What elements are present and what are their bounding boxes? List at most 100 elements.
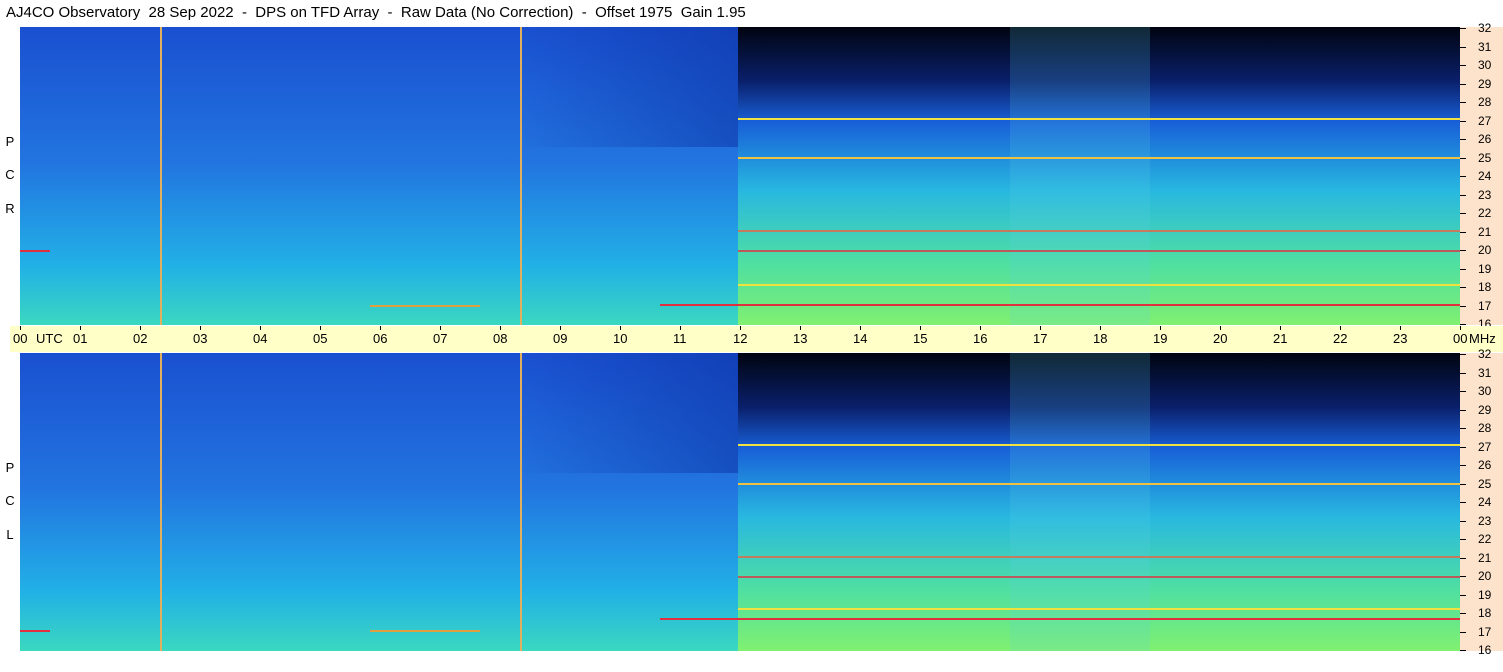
time-tick (440, 326, 441, 330)
time-label: 16 (973, 331, 988, 346)
rcp-freq-label: 27 (1478, 114, 1492, 128)
rcp-spectrogram-svg (20, 27, 1460, 325)
lcp-freq-label: 16 (1478, 643, 1492, 657)
time-label: 23 (1393, 331, 1408, 346)
time-label: 18 (1093, 331, 1108, 346)
lcp-freq-tick (1460, 484, 1466, 485)
time-label: 07 (433, 331, 448, 346)
lcp-freq-tick (1460, 613, 1466, 614)
time-tick (860, 326, 861, 330)
time-label: 11 (673, 331, 687, 346)
time-tick (500, 326, 501, 330)
time-tick (1100, 326, 1101, 330)
lcp-freq-tick (1460, 521, 1466, 522)
time-tick (980, 326, 981, 330)
rcp-freq-tick (1460, 250, 1466, 251)
lcp-freq-label: 23 (1478, 514, 1492, 528)
time-label: 08 (493, 331, 508, 346)
time-axis: 00 01 02 03 04 05 06 07 08 09 10 11 12 13 14 15 16 17 18 19… (10, 326, 1503, 352)
lcp-letter-p: P (5, 460, 15, 475)
rcp-freq-label: 17 (1478, 299, 1492, 313)
time-tick (740, 326, 741, 330)
lcp-freq-label: 32 (1478, 347, 1492, 361)
lcp-spectrogram-svg (20, 353, 1460, 651)
time-label: 04 (253, 331, 268, 346)
lcp-freq-label: 31 (1478, 366, 1492, 380)
rcp-freq-label: 26 (1478, 132, 1492, 146)
time-tick (380, 326, 381, 330)
page-title: AJ4CO Observatory 28 Sep 2022 - DPS on T… (6, 4, 746, 21)
time-label: 02 (133, 331, 148, 346)
time-tick (560, 326, 561, 330)
lcp-spectrogram[interactable] (20, 353, 1460, 651)
freq-unit-label: MHz (1469, 331, 1496, 346)
rcp-freq-tick (1460, 287, 1466, 288)
rcp-freq-label: 22 (1478, 206, 1492, 220)
rcp-freq-label: 28 (1478, 95, 1492, 109)
rcp-freq-label: 25 (1478, 151, 1492, 165)
rcp-freq-tick (1460, 84, 1466, 85)
lcp-freq-tick (1460, 576, 1466, 577)
lcp-freq-tick (1460, 354, 1466, 355)
lcp-freq-tick (1460, 373, 1466, 374)
rcp-freq-label: 18 (1478, 280, 1492, 294)
lcp-letter-l: L (6, 527, 14, 542)
lcp-freq-label: 18 (1478, 606, 1492, 620)
lcp-freq-tick (1460, 391, 1466, 392)
time-tick (920, 326, 921, 330)
time-tick (320, 326, 321, 330)
time-label: 14 (853, 331, 868, 346)
rcp-freq-tick (1460, 195, 1466, 196)
lcp-freq-tick (1460, 650, 1466, 651)
time-tick (1400, 326, 1401, 330)
lcp-freq-tick (1460, 410, 1466, 411)
time-label: 21 (1273, 331, 1288, 346)
time-tick (1160, 326, 1161, 330)
rcp-letter-p: P (5, 134, 15, 149)
lcp-freq-label: 26 (1478, 458, 1492, 472)
rcp-spectrogram[interactable] (20, 27, 1460, 325)
time-label: 00 (13, 331, 28, 346)
lcp-freq-tick (1460, 632, 1466, 633)
time-tick (680, 326, 681, 330)
lcp-freq-label: 28 (1478, 421, 1492, 435)
rcp-freq-label: 31 (1478, 40, 1492, 54)
rcp-letter-c: C (5, 167, 15, 182)
time-tick (1280, 326, 1281, 330)
lcp-label: P C L (0, 446, 20, 556)
lcp-freq-label: 24 (1478, 495, 1492, 509)
time-label: 01 (73, 331, 88, 346)
lcp-freq-tick (1460, 502, 1466, 503)
time-tick (800, 326, 801, 330)
rcp-freq-tick (1460, 324, 1466, 325)
time-tick (1040, 326, 1041, 330)
time-label: 10 (613, 331, 628, 346)
rcp-freq-tick (1460, 158, 1466, 159)
lcp-freq-label: 29 (1478, 403, 1492, 417)
time-tick (1220, 326, 1221, 330)
rcp-freq-tick (1460, 102, 1466, 103)
time-tick (200, 326, 201, 330)
time-label: 00 (1453, 331, 1468, 346)
time-unit-label: UTC (36, 331, 63, 346)
lcp-freq-tick (1460, 428, 1466, 429)
lcp-freq-tick (1460, 595, 1466, 596)
lcp-frequency-scale: 32 31 30 29 28 27 26 25 24 23 22 21 20 19 18 17 16 (1460, 348, 1503, 656)
lcp-freq-label: 30 (1478, 384, 1492, 398)
time-tick (140, 326, 141, 330)
rcp-label: P C R (0, 120, 20, 230)
time-tick (80, 326, 81, 330)
time-tick (260, 326, 261, 330)
rcp-freq-tick (1460, 269, 1466, 270)
lcp-freq-label: 19 (1478, 588, 1492, 602)
time-tick (620, 326, 621, 330)
rcp-freq-label: 24 (1478, 169, 1492, 183)
lcp-letter-c: C (5, 493, 15, 508)
rcp-freq-tick (1460, 232, 1466, 233)
rcp-freq-label: 30 (1478, 58, 1492, 72)
rcp-freq-label: 29 (1478, 77, 1492, 91)
lcp-freq-tick (1460, 465, 1466, 466)
rcp-freq-tick (1460, 121, 1466, 122)
lcp-freq-label: 27 (1478, 440, 1492, 454)
rcp-letter-r: R (5, 201, 15, 216)
